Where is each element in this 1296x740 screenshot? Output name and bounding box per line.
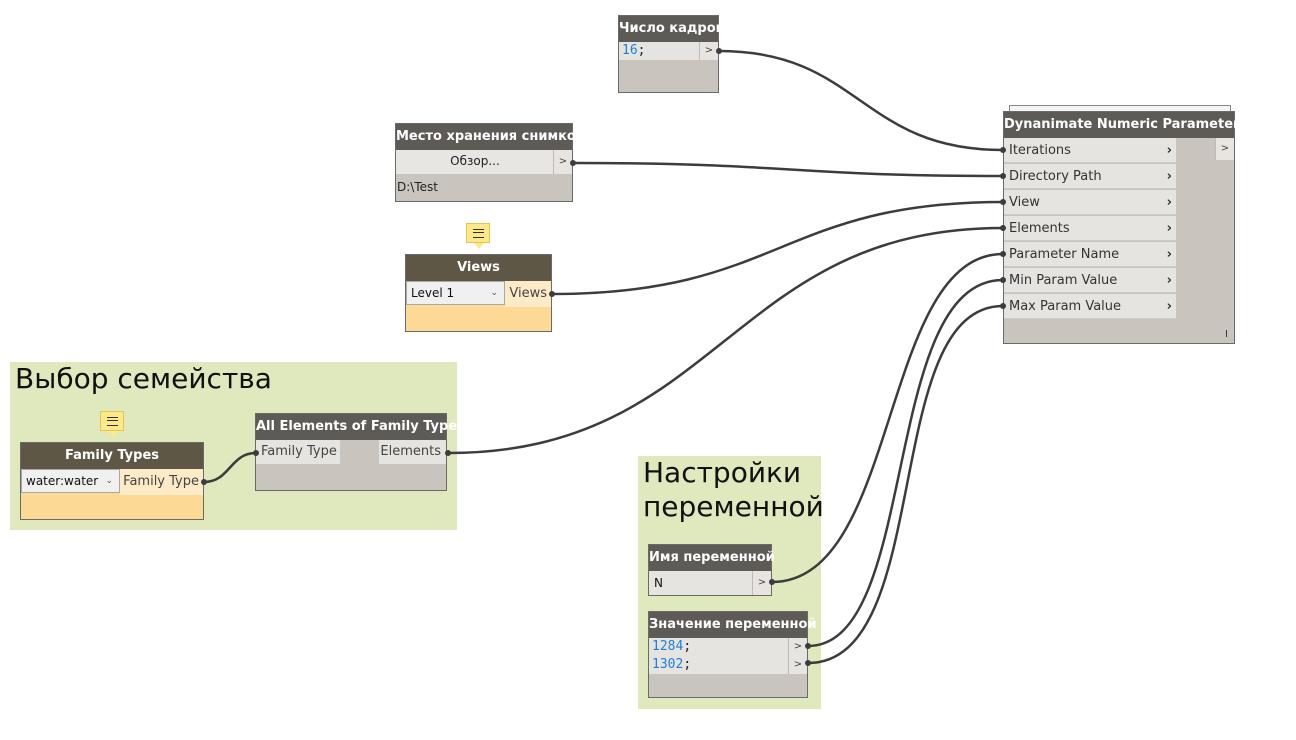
port-nubs [201,48,1006,666]
